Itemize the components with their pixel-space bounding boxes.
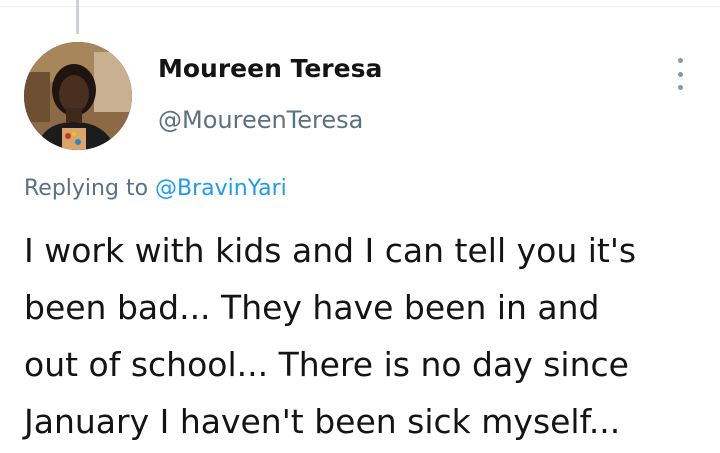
tweet-card[interactable]: Moureen Teresa @MoureenTeresa Replying t… [0,0,720,453]
replying-to-line: Replying to @BravinYari [24,176,287,201]
thread-connector-line [76,0,79,34]
top-divider [0,6,720,7]
author-name[interactable]: Moureen Teresa [158,54,382,83]
avatar-photo [24,42,132,150]
tweet-body: I work with kids and I can tell you it's… [24,222,704,450]
replying-mention-link[interactable]: @BravinYari [155,176,287,201]
more-dot [677,58,683,63]
author-handle[interactable]: @MoureenTeresa [158,106,363,134]
tweet-body-line: been bad... They have been in and [24,288,600,327]
avatar[interactable] [24,42,132,150]
tweet-body-line: I work with kids and I can tell you it's [24,231,637,270]
replying-prefix: Replying to [24,176,149,201]
tweet-body-line: out of school... There is no day since [24,345,629,384]
more-vertical-icon[interactable] [666,58,694,90]
more-dot [677,71,683,77]
more-dot [677,85,683,90]
tweet-body-line: January I haven't been sick myself... [24,402,621,441]
